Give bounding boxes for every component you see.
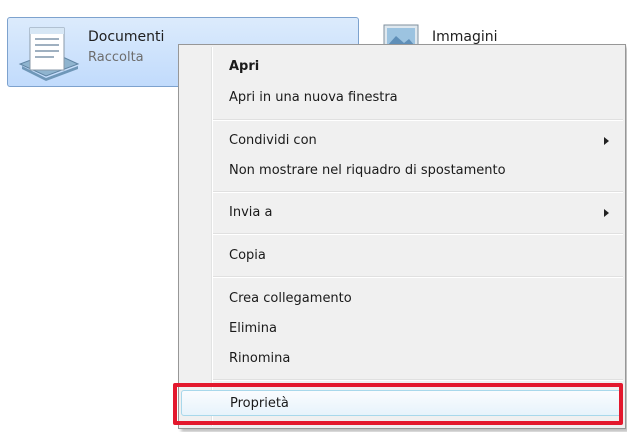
menu-item-label: Apri in una nuova finestra [229,90,398,105]
library-title: Documenti [88,29,165,45]
menu-separator [213,119,623,121]
menu-separator [213,191,623,193]
context-menu: Apri Apri in una nuova finestra Condivid… [178,44,626,429]
menu-item-label: Invia a [229,205,273,220]
menu-item-rinomina[interactable]: Rinomina [181,346,623,372]
menu-item-label: Non mostrare nel riquadro di spostamento [229,163,506,178]
menu-item-copia[interactable]: Copia [181,243,623,269]
menu-item-label: Apri [229,59,260,74]
menu-item-label: Elimina [229,321,277,336]
menu-item-label: Copia [229,248,266,263]
library-subtitle: Raccolta [88,50,144,65]
library-title: Immagini [432,29,498,45]
menu-item-elimina[interactable]: Elimina [181,316,623,342]
menu-item-non-mostrare[interactable]: Non mostrare nel riquadro di spostamento [181,158,623,184]
menu-item-apri[interactable]: Apri [181,54,623,80]
menu-separator [213,276,623,278]
menu-separator [213,379,623,381]
menu-item-label: Condividi con [229,133,317,148]
menu-item-crea-collegamento[interactable]: Crea collegamento [181,286,623,312]
menu-item-label: Crea collegamento [229,291,352,306]
menu-item-invia-a[interactable]: Invia a [181,200,623,226]
menu-item-label: Rinomina [229,351,291,366]
menu-item-condividi-con[interactable]: Condividi con [181,128,623,154]
highlight-outline [173,383,623,425]
submenu-arrow-icon [604,209,609,217]
menu-item-apri-nuova-finestra[interactable]: Apri in una nuova finestra [181,85,623,111]
documents-library-icon [18,27,80,81]
menu-separator [213,233,623,235]
submenu-arrow-icon [604,137,609,145]
